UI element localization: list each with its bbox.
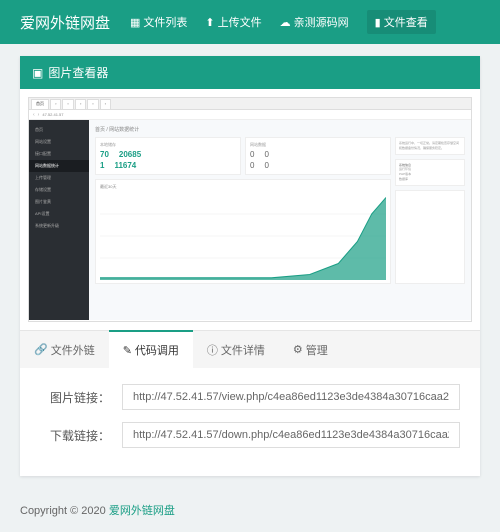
browser-tabs: 首页 ▫ ▫ ▫ ▫ ▫ <box>29 98 471 110</box>
info-box: 系统运行中，一切正常。请定期检查存储空间和数据备份情况，确保服务稳定。 <box>395 137 465 155</box>
browser-tab: ▫ <box>75 99 86 109</box>
browser-tab: ▫ <box>62 99 73 109</box>
browser-tab: ▫ <box>100 99 111 109</box>
footer: Copyright © 2020 爱网外链网盘 <box>0 488 500 532</box>
area-chart <box>100 192 386 280</box>
ss-nav-item: 首页 <box>29 124 89 136</box>
ss-sidebar: 首页 网站设置 接口配置 网站数据统计 上传管理 存储设置 图片鉴黄 API设置… <box>29 120 89 320</box>
cloud-icon: ☁ <box>280 16 291 29</box>
dl-link-input[interactable] <box>122 422 460 448</box>
ss-main: 首页 / 网站数据统计 本地储存 7020685 111674 <box>89 120 471 320</box>
top-nav: 爱网外链网盘 ▦文件列表 ⬆上传文件 ☁亲测源码网 ▮文件查看 <box>0 0 500 44</box>
list-icon: ▦ <box>130 16 140 29</box>
img-link-input[interactable] <box>122 384 460 410</box>
ss-nav-item: API设置 <box>29 208 89 220</box>
link-icon: 🔗 <box>34 343 48 356</box>
nav-upload[interactable]: ⬆上传文件 <box>205 14 261 30</box>
copyright-text: Copyright © 2020 <box>20 505 109 517</box>
stat-card: 网站数据 00 00 <box>245 137 391 175</box>
gear-icon: ⚙ <box>293 343 303 356</box>
tab-manage[interactable]: ⚙管理 <box>279 331 342 368</box>
ss-nav-item: 上传管理 <box>29 172 89 184</box>
ss-nav-item: 存储设置 <box>29 184 89 196</box>
upload-icon: ⬆ <box>205 16 214 29</box>
tab-file-link[interactable]: 🔗文件外链 <box>20 331 109 368</box>
dl-link-label: 下载链接： <box>40 427 110 444</box>
ss-nav-item: 图片鉴黄 <box>29 196 89 208</box>
tab-bar: 🔗文件外链 ✎代码调用 ⓘ文件详情 ⚙管理 <box>20 330 480 368</box>
back-icon: ‹ <box>33 112 35 118</box>
footer-link[interactable]: 爱网外链网盘 <box>109 505 175 517</box>
browser-tab: ▫ <box>50 99 61 109</box>
panel-header: ▣ 图片查看器 <box>20 56 480 89</box>
info-icon: ⓘ <box>207 342 218 358</box>
preview-area: 首页 ▫ ▫ ▫ ▫ ▫ ‹ › 47.52.41.57 首页 网站设置 <box>20 89 480 330</box>
forward-icon: › <box>38 112 40 118</box>
ss-nav-item: 网站数据统计 <box>29 160 89 172</box>
chart-container: 最近30天 <box>95 179 391 284</box>
main-panel: ▣ 图片查看器 首页 ▫ ▫ ▫ ▫ ▫ ‹ › 47.52.41.57 <box>20 56 480 476</box>
panel-title: 图片查看器 <box>48 64 108 81</box>
stat-card: 本地储存 7020685 111674 <box>95 137 241 175</box>
code-icon: ✎ <box>123 344 132 357</box>
tab-file-detail[interactable]: ⓘ文件详情 <box>193 331 279 368</box>
ss-breadcrumb: 首页 / 网站数据统计 <box>95 126 465 133</box>
image-icon: ▣ <box>32 66 43 80</box>
file-icon: ▮ <box>375 16 381 29</box>
nav-file-list[interactable]: ▦文件列表 <box>130 14 187 30</box>
ss-nav-item: 系统更新升级 <box>29 220 89 232</box>
nav-file-view[interactable]: ▮文件查看 <box>367 10 436 34</box>
ss-nav-item: 接口配置 <box>29 148 89 160</box>
url-text: 47.52.41.57 <box>42 112 63 117</box>
embedded-screenshot: 首页 ▫ ▫ ▫ ▫ ▫ ‹ › 47.52.41.57 首页 网站设置 <box>28 97 472 322</box>
browser-tab: ▫ <box>87 99 98 109</box>
brand[interactable]: 爱网外链网盘 <box>20 12 110 33</box>
img-link-label: 图片链接： <box>40 389 110 406</box>
tab-code-usage[interactable]: ✎代码调用 <box>109 330 193 368</box>
ss-nav-item: 网站设置 <box>29 136 89 148</box>
tab-content: 图片链接： 下载链接： <box>20 368 480 476</box>
browser-tab: 首页 <box>31 99 49 109</box>
info-box <box>395 190 465 284</box>
info-box: 系统信息 运行环境 PHP版本 数据库 <box>395 159 465 186</box>
browser-addressbar: ‹ › 47.52.41.57 <box>29 110 471 120</box>
nav-source[interactable]: ☁亲测源码网 <box>280 14 349 30</box>
